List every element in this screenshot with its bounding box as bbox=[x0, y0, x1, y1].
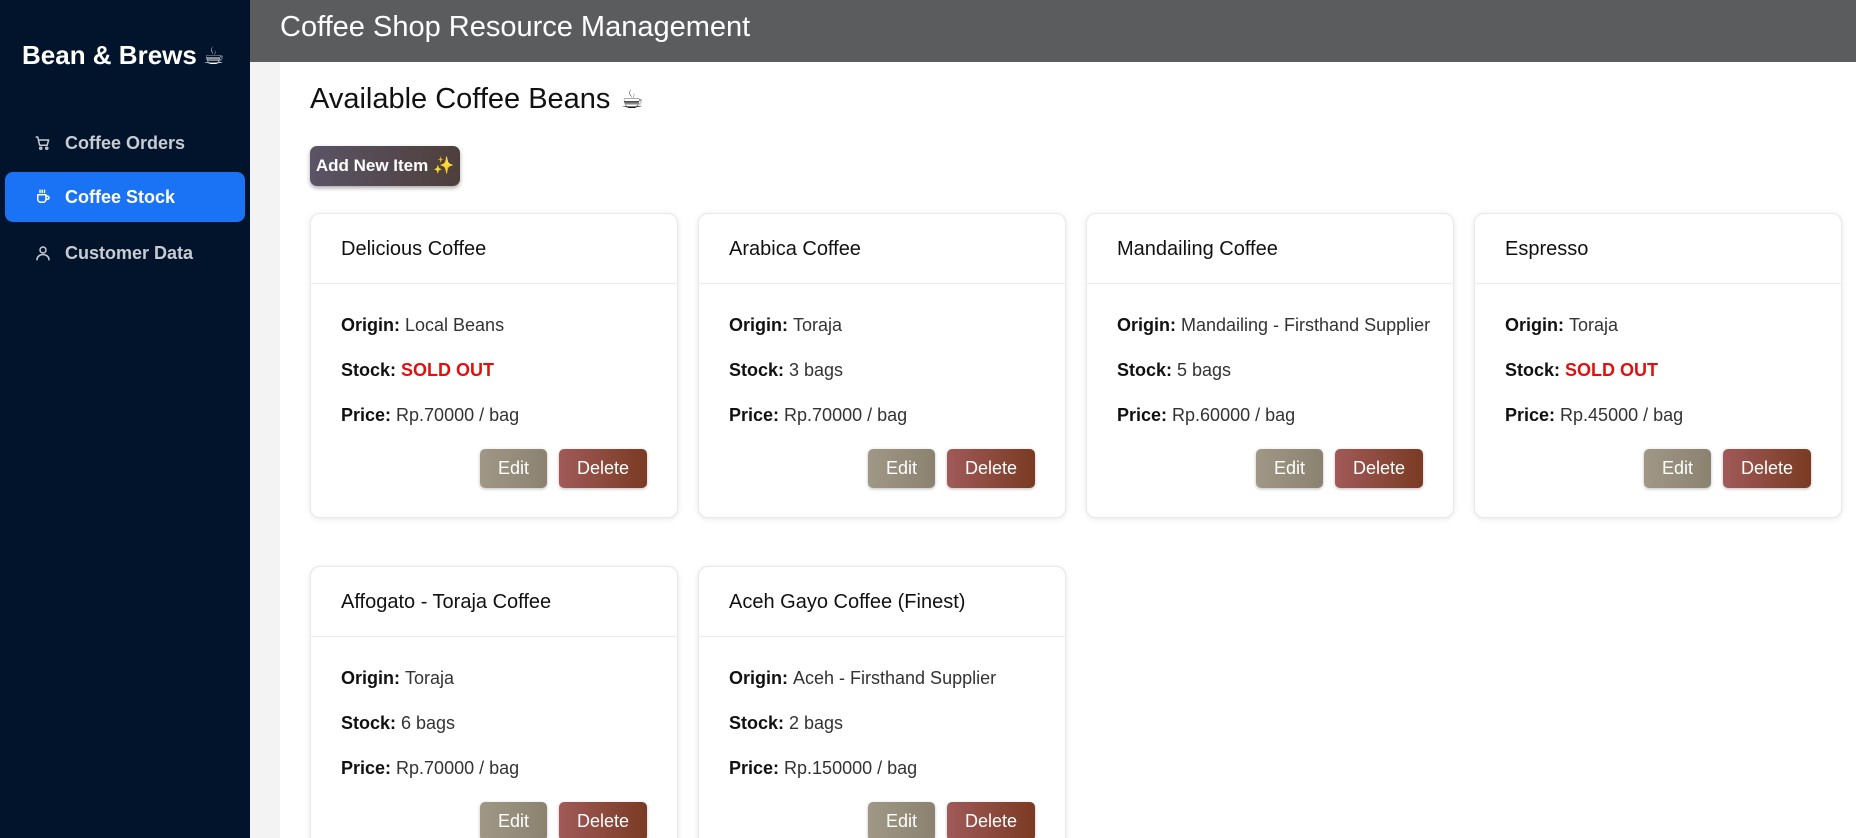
price-value: Rp.150000 / bag bbox=[784, 758, 918, 778]
edit-button[interactable]: Edit bbox=[868, 802, 935, 838]
stock-label: Stock: bbox=[729, 360, 785, 380]
product-card: Arabica Coffee Origin: Toraja Stock: 3 bag… bbox=[698, 213, 1066, 518]
price-row: Price: Rp.70000 / bag bbox=[341, 405, 519, 426]
user-icon bbox=[33, 243, 53, 263]
sidebar-item-label: Customer Data bbox=[65, 242, 194, 263]
edit-button[interactable]: Edit bbox=[480, 802, 547, 838]
edit-button[interactable]: Edit bbox=[868, 449, 935, 488]
stock-value: SOLD OUT bbox=[1565, 360, 1659, 380]
origin-row: Origin: Toraja bbox=[341, 668, 454, 689]
price-row: Price: Rp.60000 / bag bbox=[1117, 405, 1295, 426]
page-title-text: Available Coffee Beans bbox=[310, 83, 611, 115]
price-label: Price: bbox=[729, 758, 780, 778]
brand-logo: Bean & Brews ☕ bbox=[22, 40, 224, 71]
stock-row: Stock: SOLD OUT bbox=[1505, 360, 1658, 381]
product-card: Espresso Origin: Toraja Stock: SOLD OUT Pr… bbox=[1474, 213, 1842, 518]
price-value: Rp.60000 / bag bbox=[1172, 405, 1296, 425]
sidebar: Bean & Brews ☕ Coffee Orders Coffee Stock… bbox=[0, 0, 250, 838]
origin-label: Origin: bbox=[341, 668, 400, 688]
origin-value: Local Beans bbox=[405, 315, 505, 335]
price-label: Price: bbox=[729, 405, 780, 425]
origin-value: Toraja bbox=[405, 668, 455, 688]
edit-button[interactable]: Edit bbox=[480, 449, 547, 488]
delete-button[interactable]: Delete bbox=[559, 802, 647, 838]
product-name: Arabica Coffee bbox=[699, 214, 1065, 284]
delete-button[interactable]: Delete bbox=[1723, 449, 1811, 488]
header-title: Coffee Shop Resource Management bbox=[280, 11, 751, 43]
stock-row: Stock: 5 bags bbox=[1117, 360, 1231, 381]
price-value: Rp.70000 / bag bbox=[396, 758, 520, 778]
origin-row: Origin: Local Beans bbox=[341, 315, 504, 336]
stock-label: Stock: bbox=[1117, 360, 1173, 380]
stock-row: Stock: 2 bags bbox=[729, 713, 843, 734]
sidebar-item-coffee-orders[interactable]: Coffee Orders bbox=[5, 118, 245, 168]
origin-row: Origin: Aceh - Firsthand Supplier bbox=[729, 668, 996, 689]
edit-button[interactable]: Edit bbox=[1644, 449, 1711, 488]
stock-value: 3 bags bbox=[789, 360, 844, 380]
product-name: Aceh Gayo Coffee (Finest) bbox=[699, 567, 1065, 637]
stock-label: Stock: bbox=[341, 360, 397, 380]
origin-value: Toraja bbox=[793, 315, 843, 335]
origin-label: Origin: bbox=[729, 315, 788, 335]
origin-label: Origin: bbox=[729, 668, 788, 688]
origin-value: Mandailing - Firsthand Supplier bbox=[1181, 315, 1431, 335]
stock-label: Stock: bbox=[729, 713, 785, 733]
origin-row: Origin: Mandailing - Firsthand Supplier bbox=[1117, 315, 1430, 336]
sidebar-item-coffee-stock[interactable]: Coffee Stock bbox=[5, 172, 245, 222]
sidebar-item-customer-data[interactable]: Customer Data bbox=[5, 228, 245, 278]
origin-row: Origin: Toraja bbox=[729, 315, 842, 336]
product-card: Mandailing Coffee Origin: Mandailing - Fi… bbox=[1086, 213, 1454, 518]
price-row: Price: Rp.150000 / bag bbox=[729, 758, 917, 779]
price-value: Rp.70000 / bag bbox=[784, 405, 908, 425]
delete-button[interactable]: Delete bbox=[947, 449, 1035, 488]
price-label: Price: bbox=[341, 405, 392, 425]
stock-value: 6 bags bbox=[401, 713, 456, 733]
cup-icon bbox=[33, 187, 53, 207]
sidebar-item-label: Coffee Stock bbox=[65, 186, 176, 207]
stock-row: Stock: 6 bags bbox=[341, 713, 455, 734]
price-label: Price: bbox=[1117, 405, 1168, 425]
delete-button[interactable]: Delete bbox=[559, 449, 647, 488]
stock-value: SOLD OUT bbox=[401, 360, 495, 380]
top-header: Coffee Shop Resource Management bbox=[250, 0, 1856, 62]
stock-label: Stock: bbox=[341, 713, 397, 733]
product-name: Delicious Coffee bbox=[311, 214, 677, 284]
product-card: Aceh Gayo Coffee (Finest) Origin: Aceh - … bbox=[698, 566, 1066, 838]
product-name: Espresso bbox=[1475, 214, 1841, 284]
add-new-item-button[interactable]: Add New Item ✨ bbox=[310, 146, 460, 186]
price-row: Price: Rp.70000 / bag bbox=[729, 405, 907, 426]
stock-row: Stock: SOLD OUT bbox=[341, 360, 494, 381]
origin-row: Origin: Toraja bbox=[1505, 315, 1618, 336]
price-label: Price: bbox=[1505, 405, 1556, 425]
product-card: Delicious Coffee Origin: Local Beans Stoc… bbox=[310, 213, 678, 518]
origin-label: Origin: bbox=[341, 315, 400, 335]
edit-button[interactable]: Edit bbox=[1256, 449, 1323, 488]
sidebar-item-label: Coffee Orders bbox=[65, 132, 186, 153]
product-name: Mandailing Coffee bbox=[1087, 214, 1453, 284]
delete-button[interactable]: Delete bbox=[947, 802, 1035, 838]
origin-value: Aceh - Firsthand Supplier bbox=[793, 668, 997, 688]
stock-value: 5 bags bbox=[1177, 360, 1232, 380]
product-card: Affogato - Toraja Coffee Origin: Toraja S… bbox=[310, 566, 678, 838]
page-title: Available Coffee Beans ☕ bbox=[310, 83, 644, 116]
hot-beverage-icon: ☕ bbox=[620, 84, 644, 114]
price-row: Price: Rp.45000 / bag bbox=[1505, 405, 1683, 426]
price-value: Rp.70000 / bag bbox=[396, 405, 520, 425]
stock-value: 2 bags bbox=[789, 713, 844, 733]
coffee-mug-icon: ☕ bbox=[202, 43, 225, 70]
origin-value: Toraja bbox=[1569, 315, 1619, 335]
product-name: Affogato - Toraja Coffee bbox=[311, 567, 677, 637]
origin-label: Origin: bbox=[1117, 315, 1176, 335]
stock-row: Stock: 3 bags bbox=[729, 360, 843, 381]
price-label: Price: bbox=[341, 758, 392, 778]
stock-label: Stock: bbox=[1505, 360, 1561, 380]
brand-name: Bean & Brews bbox=[22, 40, 197, 70]
price-row: Price: Rp.70000 / bag bbox=[341, 758, 519, 779]
delete-button[interactable]: Delete bbox=[1335, 449, 1423, 488]
cart-icon bbox=[33, 133, 53, 153]
main-content: Available Coffee Beans ☕ Add New Item ✨ D… bbox=[280, 62, 1856, 838]
price-value: Rp.45000 / bag bbox=[1560, 405, 1684, 425]
origin-label: Origin: bbox=[1505, 315, 1564, 335]
